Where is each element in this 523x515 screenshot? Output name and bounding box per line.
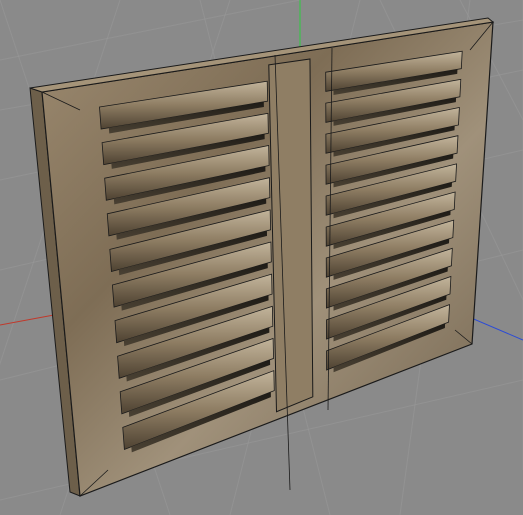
viewport-scene[interactable] xyxy=(0,0,523,515)
grid-line xyxy=(0,0,301,61)
3d-viewport[interactable] xyxy=(0,0,523,515)
center-mullion xyxy=(268,58,314,413)
vent-panel-model[interactable] xyxy=(29,17,495,497)
